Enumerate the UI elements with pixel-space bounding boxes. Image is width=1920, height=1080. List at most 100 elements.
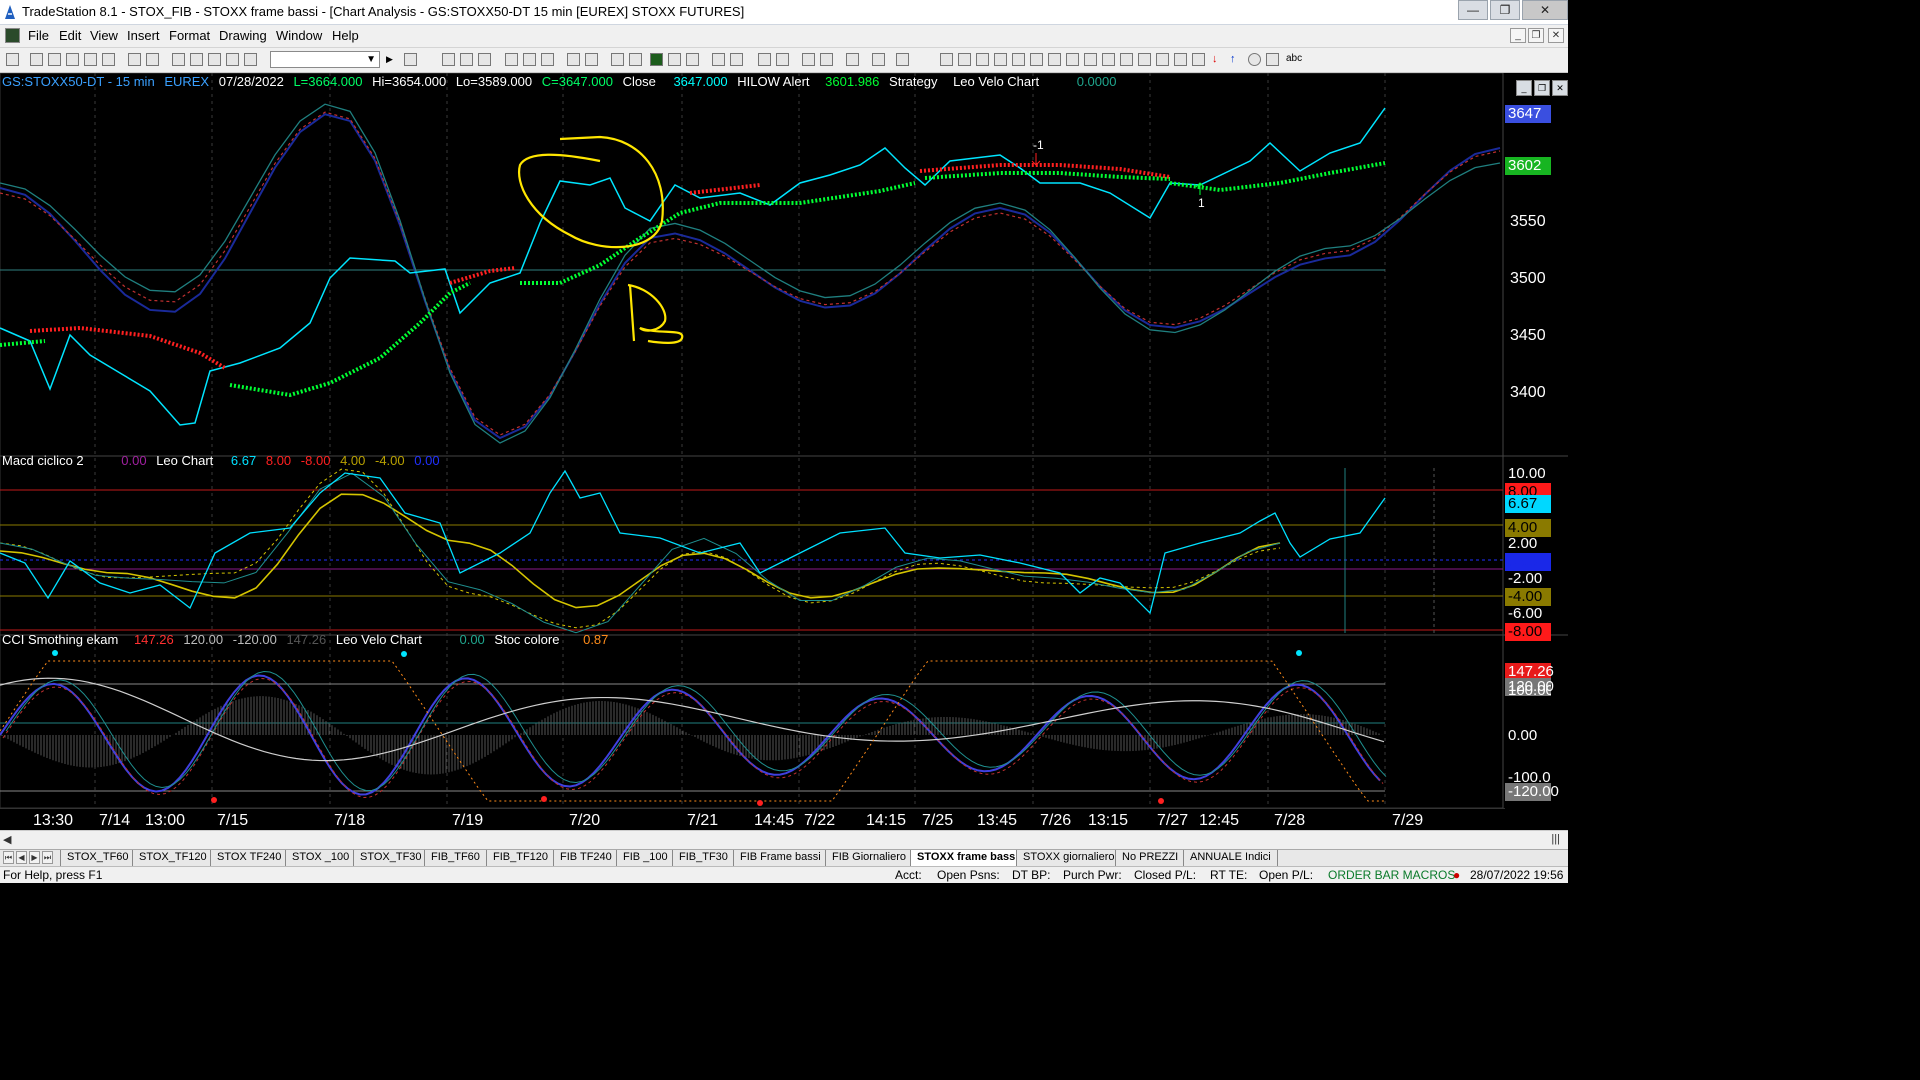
mdi-minimize-button[interactable]: _ <box>1510 28 1526 43</box>
toolbar-icon[interactable] <box>712 53 725 66</box>
panel-restore-button[interactable]: ❐ <box>1534 80 1550 96</box>
text-tool-label[interactable]: abc <box>1286 53 1302 64</box>
toolbar-icon[interactable] <box>730 53 743 66</box>
tab-next-icon[interactable]: ▶ <box>29 851 40 864</box>
tab-last-icon[interactable]: ⏭ <box>42 851 53 864</box>
toolbar-icon[interactable] <box>1012 53 1025 66</box>
tab-stox-tf120[interactable]: STOX_TF120 <box>132 850 214 866</box>
toolbar-icon[interactable] <box>650 53 663 66</box>
chart-analysis-window[interactable]: -1 1 GS:STOXX50-DT - 15 min EUREX 07/28/2… <box>0 73 1568 830</box>
tab-stox-tf60[interactable]: STOX_TF60 <box>60 850 136 866</box>
toolbar-icon[interactable] <box>146 53 159 66</box>
toolbar-icon[interactable] <box>1174 53 1187 66</box>
tab-annuale-indici[interactable]: ANNUALE Indici <box>1183 850 1278 866</box>
chart-horizontal-scrollbar[interactable]: ◀ ||| <box>0 830 1568 850</box>
symbol-combo[interactable]: ▼ <box>270 51 380 68</box>
mdi-restore-button[interactable]: ❐ <box>1528 28 1544 43</box>
chart-canvas[interactable]: -1 1 <box>0 73 1568 808</box>
tab-stox-tf30[interactable]: STOX_TF30 <box>353 850 429 866</box>
zoom-out-icon[interactable] <box>776 53 789 66</box>
menu-format[interactable]: Format <box>169 28 210 43</box>
toolbar-icon[interactable] <box>226 53 239 66</box>
toolbar-icon[interactable] <box>541 53 554 66</box>
toolbar-icon[interactable] <box>1102 53 1115 66</box>
tab-stox-tf240[interactable]: STOX TF240 <box>210 850 289 866</box>
arrow-up-icon[interactable]: ↑ <box>1230 53 1243 66</box>
tab-fib-100[interactable]: FIB _100 <box>616 850 675 866</box>
toolbar-icon[interactable] <box>846 53 859 66</box>
tab-fib-tf240[interactable]: FIB TF240 <box>553 850 619 866</box>
close-button[interactable]: ✕ <box>1522 0 1568 20</box>
toolbar-icon[interactable] <box>66 53 79 66</box>
maximize-button[interactable]: ❐ <box>1490 0 1520 20</box>
panel-close-button[interactable]: ✕ <box>1552 80 1568 96</box>
rectangle-icon[interactable] <box>1266 53 1279 66</box>
chart-window-icon[interactable] <box>5 28 20 43</box>
print-icon[interactable] <box>128 53 141 66</box>
toolbar-icon[interactable] <box>172 53 185 66</box>
tab-fib-tf60[interactable]: FIB_TF60 <box>424 850 487 866</box>
minimize-button[interactable]: — <box>1458 0 1488 20</box>
scroll-left-icon[interactable]: ◀ <box>3 833 11 846</box>
open-icon[interactable] <box>30 53 43 66</box>
toolbar-icon[interactable] <box>190 53 203 66</box>
toolbar-icon[interactable] <box>872 53 885 66</box>
tab-stoxx-frame-bassi[interactable]: STOXX frame bassi <box>910 850 1026 866</box>
tab-fib-tf30[interactable]: FIB_TF30 <box>672 850 735 866</box>
find-icon[interactable] <box>404 53 417 66</box>
tab-fib-tf120[interactable]: FIB_TF120 <box>486 850 556 866</box>
toolbar-icon[interactable] <box>1192 53 1205 66</box>
tab-stox-100[interactable]: STOX _100 <box>285 850 357 866</box>
toolbar-icon[interactable] <box>505 53 518 66</box>
ellipse-icon[interactable] <box>1248 53 1261 66</box>
toolbar-icon[interactable] <box>244 53 257 66</box>
status-macros[interactable]: ORDER BAR MACROS <box>1328 868 1455 882</box>
toolbar-icon[interactable] <box>668 53 681 66</box>
toolbar-icon[interactable] <box>460 53 473 66</box>
toolbar-icon[interactable] <box>478 53 491 66</box>
toolbar-icon[interactable] <box>1138 53 1151 66</box>
toolbar-icon[interactable] <box>896 53 909 66</box>
tab-first-icon[interactable]: ⏮ <box>3 851 14 864</box>
toolbar-icon[interactable] <box>611 53 624 66</box>
pointer-icon[interactable] <box>802 53 815 66</box>
toolbar-icon[interactable] <box>629 53 642 66</box>
toolbar-icon[interactable] <box>820 53 833 66</box>
scroll-thumb-icon[interactable]: ||| <box>1551 833 1560 845</box>
new-chart-icon[interactable] <box>6 53 19 66</box>
menu-view[interactable]: View <box>90 28 118 43</box>
zoom-in-icon[interactable] <box>758 53 771 66</box>
menu-window[interactable]: Window <box>276 28 322 43</box>
arrow-down-icon[interactable]: ↓ <box>1212 53 1225 66</box>
toolbar-icon[interactable] <box>994 53 1007 66</box>
toolbar-icon[interactable] <box>48 53 61 66</box>
tab-prev-icon[interactable]: ◀ <box>16 851 27 864</box>
toolbar-icon[interactable] <box>1066 53 1079 66</box>
menu-help[interactable]: Help <box>332 28 359 43</box>
toolbar-icon[interactable] <box>1048 53 1061 66</box>
panel-minimize-button[interactable]: _ <box>1516 80 1532 96</box>
toolbar-icon[interactable] <box>1084 53 1097 66</box>
tab-fib-frame-bassi[interactable]: FIB Frame bassi <box>733 850 828 866</box>
toolbar-icon[interactable] <box>686 53 699 66</box>
tab-no-prezzi[interactable]: No PREZZI <box>1115 850 1186 866</box>
lock-icon[interactable] <box>208 53 221 66</box>
menu-edit[interactable]: Edit <box>59 28 81 43</box>
toolbar-icon[interactable] <box>102 53 115 66</box>
menu-drawing[interactable]: Drawing <box>219 28 267 43</box>
tab-stoxx-giornaliero[interactable]: STOXX giornaliero <box>1016 850 1122 866</box>
toolbar-icon[interactable] <box>1030 53 1043 66</box>
toolbar-icon[interactable] <box>523 53 536 66</box>
tab-fib-giornaliero[interactable]: FIB Giornaliero <box>825 850 913 866</box>
trendline-icon[interactable] <box>940 53 953 66</box>
menu-insert[interactable]: Insert <box>127 28 160 43</box>
mdi-close-button[interactable]: ✕ <box>1548 28 1564 43</box>
toolbar-icon[interactable] <box>442 53 455 66</box>
toolbar-icon[interactable] <box>958 53 971 66</box>
toolbar-icon[interactable] <box>567 53 580 66</box>
toolbar-icon[interactable] <box>84 53 97 66</box>
toolbar-icon[interactable] <box>585 53 598 66</box>
toolbar-icon[interactable] <box>1156 53 1169 66</box>
toolbar-icon[interactable] <box>976 53 989 66</box>
play-icon[interactable]: ▶ <box>386 53 399 66</box>
